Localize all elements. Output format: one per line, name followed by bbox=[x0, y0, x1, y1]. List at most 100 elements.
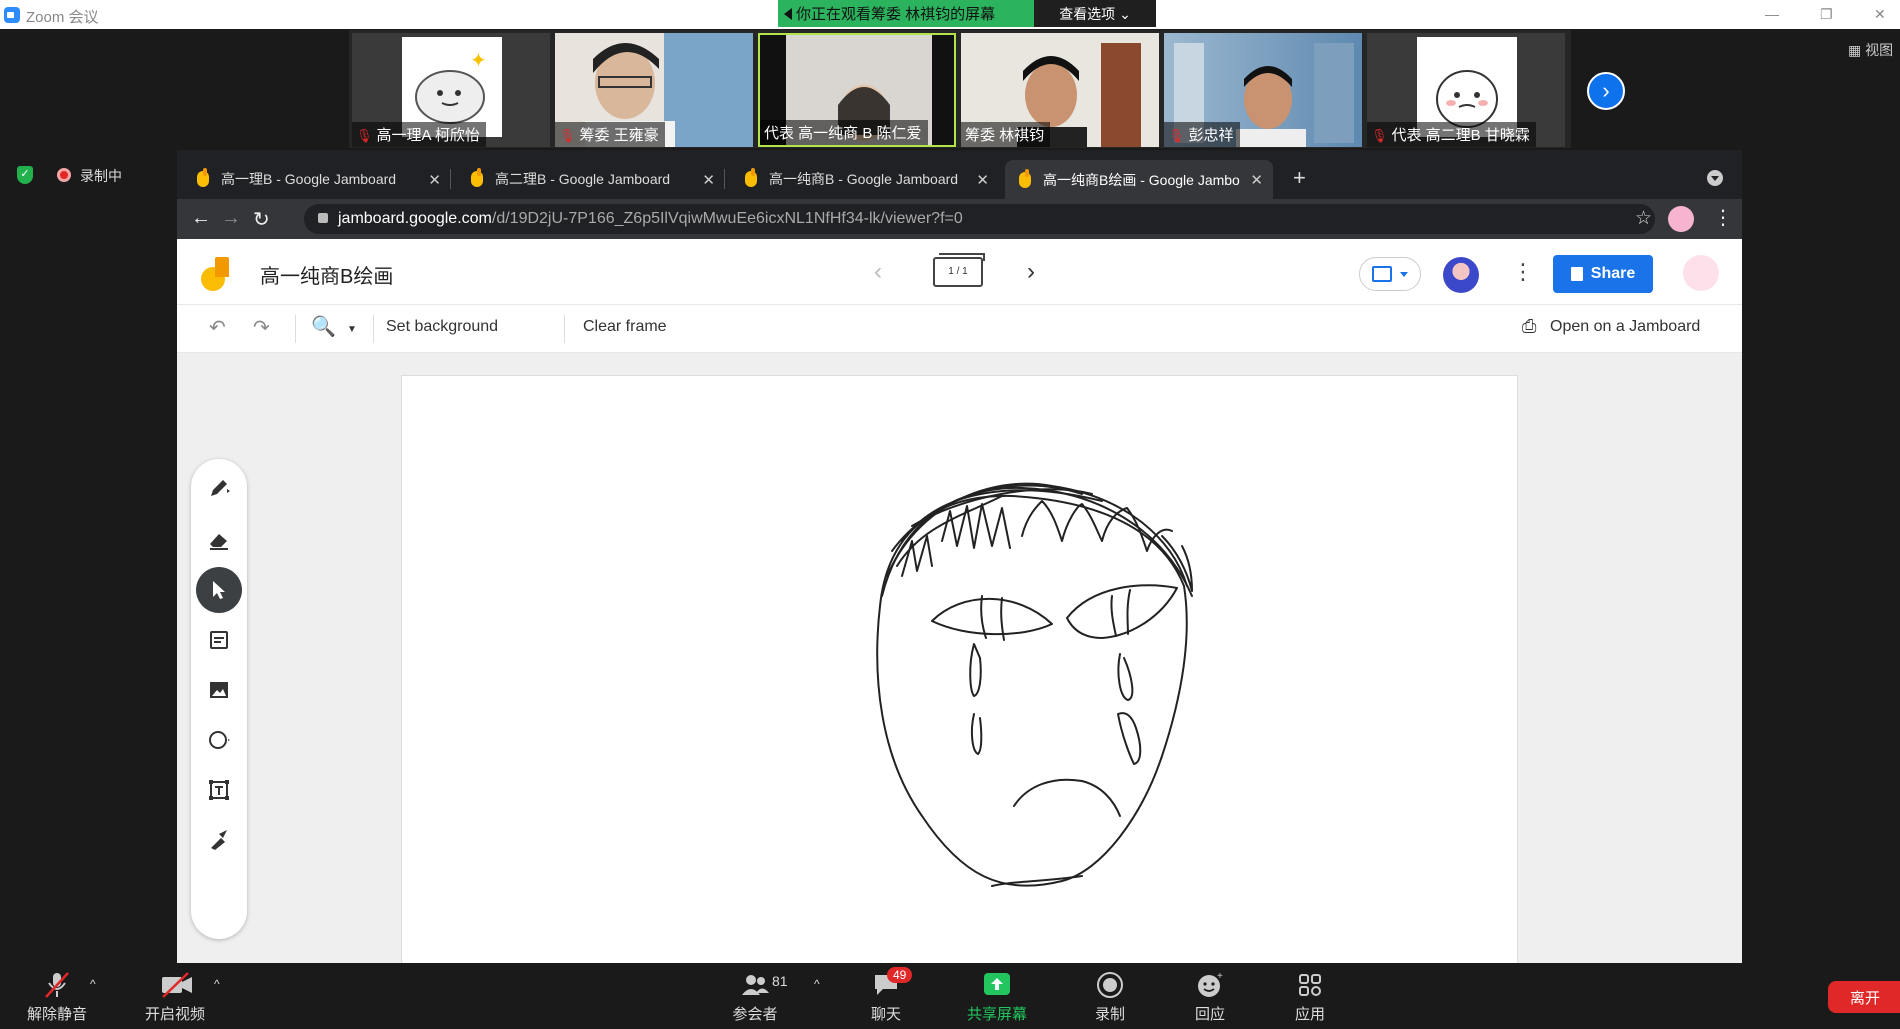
browser-tab-active[interactable]: 高一纯商B绘画 - Google Jambo ✕ bbox=[1005, 160, 1273, 199]
jamboard-toolbar: ↶ ↷ 🔍 ▼ Set background Clear frame ⎙ Ope… bbox=[177, 305, 1742, 353]
browser-tab[interactable]: 高一纯商B - Google Jamboard ✕ bbox=[731, 163, 999, 195]
jamboard-favicon-icon bbox=[1019, 168, 1031, 188]
zoom-dropdown-icon[interactable]: ▼ bbox=[347, 324, 357, 335]
video-off-icon bbox=[160, 971, 192, 999]
bookmark-star-icon[interactable]: ☆ bbox=[1635, 207, 1652, 230]
face-drawing bbox=[876, 482, 1193, 887]
audio-options-caret-icon[interactable]: ^ bbox=[90, 977, 96, 991]
zoom-titlebar: Zoom 会议 你正在观看筹委 林祺钧的屏幕 查看选项 ⌄ — ❐ ✕ bbox=[0, 0, 1900, 29]
share-screen-button[interactable]: 共享屏幕 bbox=[962, 971, 1032, 1024]
start-video-button[interactable]: 开启视频 bbox=[140, 971, 210, 1024]
eraser-tool[interactable] bbox=[196, 517, 242, 563]
new-tab-button[interactable]: + bbox=[1293, 165, 1306, 191]
browser-tab[interactable]: 高一理B - Google Jamboard ✕ bbox=[183, 163, 451, 195]
muted-mic-icon: 🎙 bbox=[1168, 128, 1185, 143]
video-tile[interactable]: 🎙 筹委 王雍豪 bbox=[555, 33, 753, 147]
tab-search-icon[interactable] bbox=[1707, 170, 1723, 186]
chat-unread-badge: 49 bbox=[887, 967, 913, 983]
video-options-caret-icon[interactable]: ^ bbox=[214, 977, 220, 991]
view-toggle-button[interactable]: ▦ 视图 bbox=[1848, 40, 1893, 60]
video-tile[interactable]: 筹委 林祺钧 bbox=[961, 33, 1159, 147]
participant-name: 🎙 筹委 王雍豪 bbox=[555, 122, 665, 147]
jamboard-favicon-icon bbox=[471, 168, 483, 187]
frame-counter[interactable]: 1 / 1 bbox=[933, 253, 985, 287]
apps-icon bbox=[1295, 971, 1325, 999]
record-button[interactable]: 录制 bbox=[1090, 971, 1130, 1024]
pen-tool[interactable] bbox=[196, 465, 242, 511]
next-frame-icon[interactable]: › bbox=[1027, 258, 1035, 286]
more-options-icon[interactable]: ⋮ bbox=[1512, 259, 1534, 285]
restore-icon[interactable]: ❐ bbox=[1820, 6, 1833, 23]
lock-icon[interactable] bbox=[318, 213, 328, 223]
participant-name: 🎙 高一理A 柯欣怡 bbox=[352, 122, 486, 147]
url-input[interactable]: jamboard.google.com/d/19D2jU-7P166_Z6p5I… bbox=[304, 204, 1655, 234]
set-background-button[interactable]: Set background bbox=[386, 318, 498, 336]
zoom-icon[interactable]: 🔍 bbox=[311, 314, 336, 339]
forward-icon[interactable]: → bbox=[221, 207, 241, 230]
apps-button[interactable]: 应用 bbox=[1290, 971, 1330, 1024]
participant-name: 代表 高一纯商 B 陈仁爱 bbox=[760, 120, 928, 145]
reaction-smiley-icon: + bbox=[1195, 971, 1225, 999]
text-box-tool[interactable] bbox=[196, 767, 242, 813]
user-avatar[interactable] bbox=[1443, 257, 1479, 293]
address-bar: ← → ↻ jamboard.google.com/d/19D2jU-7P166… bbox=[177, 199, 1742, 239]
browser-menu-icon[interactable]: ⋮ bbox=[1713, 205, 1733, 230]
laser-tool[interactable] bbox=[196, 817, 242, 863]
browser-tab[interactable]: 高二理B - Google Jamboard ✕ bbox=[457, 163, 725, 195]
jam-title[interactable]: 高一纯商B绘画 bbox=[260, 260, 393, 289]
open-on-jamboard-button[interactable]: Open on a Jamboard bbox=[1550, 318, 1700, 336]
share-lock-icon bbox=[1570, 267, 1583, 281]
share-button[interactable]: Share bbox=[1553, 255, 1653, 293]
video-tile-active-speaker[interactable]: 代表 高一纯商 B 陈仁爱 bbox=[758, 33, 956, 147]
reactions-button[interactable]: + 回应 bbox=[1190, 971, 1230, 1024]
video-tile[interactable]: 🎙 代表 高二理B 甘晓霖 bbox=[1367, 33, 1565, 147]
share-banner: 你正在观看筹委 林祺钧的屏幕 bbox=[778, 0, 1034, 27]
close-tab-icon[interactable]: ✕ bbox=[1250, 171, 1263, 189]
caret-down-icon bbox=[1400, 272, 1408, 277]
redo-icon[interactable]: ↷ bbox=[253, 315, 270, 340]
close-tab-icon[interactable]: ✕ bbox=[428, 171, 441, 189]
jam-canvas[interactable] bbox=[401, 375, 1518, 963]
shape-tool[interactable] bbox=[196, 717, 242, 763]
next-videos-button[interactable]: › bbox=[1587, 72, 1625, 110]
video-tile[interactable]: 🎙 彭忠祥 bbox=[1164, 33, 1362, 147]
account-avatar[interactable] bbox=[1683, 255, 1719, 291]
zoom-control-bar: 解除静音 ^ 开启视频 ^ 参会者 81 ^ 聊天 49 共享屏幕 录制 + 回… bbox=[0, 963, 1900, 1029]
muted-mic-icon bbox=[42, 971, 72, 999]
select-icon bbox=[213, 581, 225, 599]
eraser-icon bbox=[210, 534, 228, 550]
zoom-logo-icon bbox=[4, 7, 20, 23]
svg-text:+: + bbox=[1217, 971, 1223, 982]
close-tab-icon[interactable]: ✕ bbox=[702, 171, 715, 189]
security-shield-icon[interactable]: ✓ bbox=[17, 166, 33, 184]
url-text: jamboard.google.com/d/19D2jU-7P166_Z6p5I… bbox=[338, 210, 963, 227]
record-icon bbox=[1095, 971, 1125, 999]
reload-icon[interactable]: ↻ bbox=[253, 207, 270, 232]
participant-name: 🎙 代表 高二理B 甘晓霖 bbox=[1367, 122, 1536, 147]
sticky-note-tool[interactable] bbox=[196, 617, 242, 663]
select-tool[interactable] bbox=[196, 567, 242, 613]
video-tile[interactable]: ✦ 🎙 高一理A 柯欣怡 bbox=[352, 33, 550, 147]
open-on-jamboard-icon: ⎙ bbox=[1522, 316, 1537, 336]
image-tool[interactable] bbox=[196, 667, 242, 713]
unmute-button[interactable]: 解除静音 bbox=[22, 971, 92, 1024]
present-button[interactable] bbox=[1359, 257, 1421, 291]
speaker-icon bbox=[784, 7, 792, 20]
muted-mic-icon: 🎙 bbox=[1371, 128, 1388, 143]
previous-frame-icon[interactable]: ‹ bbox=[874, 258, 882, 286]
close-tab-icon[interactable]: ✕ bbox=[976, 171, 989, 189]
undo-icon[interactable]: ↶ bbox=[209, 315, 226, 340]
jamboard-favicon-icon bbox=[745, 168, 757, 187]
close-window-icon[interactable]: ✕ bbox=[1874, 6, 1886, 23]
share-banner-text: 你正在观看筹委 林祺钧的屏幕 bbox=[796, 6, 996, 23]
view-options-button[interactable]: 查看选项 ⌄ bbox=[1034, 0, 1156, 27]
leave-meeting-button[interactable]: 离开 bbox=[1828, 981, 1900, 1013]
shared-browser-window: 高一理B - Google Jamboard ✕ 高二理B - Google J… bbox=[177, 150, 1742, 963]
jamboard-logo-icon[interactable] bbox=[201, 257, 229, 291]
clear-frame-button[interactable]: Clear frame bbox=[583, 318, 667, 336]
browser-profile-avatar[interactable] bbox=[1668, 206, 1694, 232]
back-icon[interactable]: ← bbox=[191, 207, 211, 230]
participants-caret-icon[interactable]: ^ bbox=[814, 977, 820, 991]
minimize-icon[interactable]: — bbox=[1765, 6, 1779, 22]
text-box-icon bbox=[209, 780, 229, 800]
